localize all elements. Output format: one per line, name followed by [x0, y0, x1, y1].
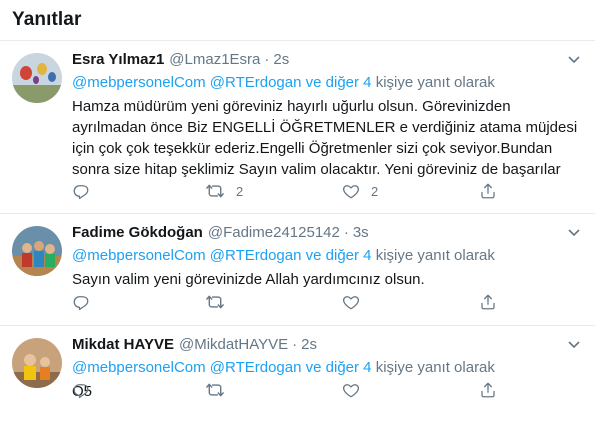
- author-handle[interactable]: @MikdatHAYVE: [179, 335, 288, 355]
- timestamp[interactable]: 2s: [301, 335, 317, 355]
- avatar-image-balloons: [12, 53, 62, 103]
- like-button[interactable]: [342, 293, 360, 311]
- timestamp[interactable]: 2s: [273, 50, 289, 70]
- replying-to: @mebpersonelCom @RTErdogan ve diğer 4 ki…: [72, 358, 583, 378]
- mention-link[interactable]: @mebpersonelCom: [72, 74, 206, 91]
- heart-icon: [342, 182, 360, 200]
- mention-link[interactable]: @mebpersonelCom: [72, 247, 206, 264]
- mention-link[interactable]: @RTErdogan: [210, 359, 302, 376]
- chevron-down-icon[interactable]: [567, 55, 581, 65]
- retweet-button[interactable]: [205, 293, 225, 311]
- replying-to: @mebpersonelCom @RTErdogan ve diğer 4 ki…: [72, 73, 583, 93]
- separator-dot: ·: [292, 336, 298, 353]
- avatar[interactable]: [12, 226, 62, 276]
- others-link[interactable]: ve diğer 4: [306, 359, 372, 376]
- replying-to: @mebpersonelCom @RTErdogan ve diğer 4 ki…: [72, 246, 583, 266]
- replies-header: Yanıtlar: [0, 0, 595, 41]
- retweet-icon: [205, 293, 225, 311]
- share-button[interactable]: [479, 381, 497, 399]
- reply-button[interactable]: [72, 182, 90, 200]
- others-link[interactable]: ve diğer 4: [306, 74, 372, 91]
- reply-button[interactable]: [72, 381, 90, 399]
- mention-link[interactable]: @RTErdogan: [210, 74, 302, 91]
- heart-icon: [342, 381, 360, 399]
- reply-icon: [72, 182, 90, 200]
- author-name[interactable]: Esra Yılmaz1: [72, 50, 164, 70]
- chevron-down-icon[interactable]: [567, 228, 581, 238]
- retweet-icon: [205, 381, 225, 399]
- tweet-actions: [0, 293, 595, 313]
- tweet-text-line: için çok çok teşekkür ederiz.Engelli Öğr…: [72, 140, 553, 157]
- tweet-text-line: ayrılmadan önce Biz ENGELLİ ÖĞRETMENLER …: [72, 119, 578, 136]
- share-button[interactable]: [479, 182, 497, 200]
- author-handle[interactable]: @Fadime24125142: [208, 223, 340, 243]
- share-button[interactable]: [479, 293, 497, 311]
- tweet-actions: 22: [0, 182, 595, 202]
- tweet-text: Sayın valim yeni görevinizde Allah yardı…: [72, 269, 583, 290]
- reply-icon: [72, 381, 90, 399]
- like-button[interactable]: 2: [342, 182, 378, 200]
- avatar[interactable]: [12, 53, 62, 103]
- tweet-text-line: Sayın valim yeni görevinizde Allah yardı…: [72, 271, 425, 288]
- page-title: Yanıtlar: [12, 9, 82, 30]
- replying-to-label: kişiye yanıt olarak: [375, 74, 495, 91]
- like-button[interactable]: [342, 381, 360, 399]
- mention-link[interactable]: @mebpersonelCom: [72, 359, 206, 376]
- retweet-count: 2: [236, 183, 244, 199]
- author-handle[interactable]: @Lmaz1Esra: [169, 50, 260, 70]
- tweet-text-line: sonra size hitap şeklimiz Sayın valim ol…: [72, 161, 561, 178]
- share-icon: [479, 381, 497, 399]
- others-link[interactable]: ve diğer 4: [306, 247, 372, 264]
- share-icon: [479, 293, 497, 311]
- author-name[interactable]: Mikdat HAYVE: [72, 335, 174, 355]
- share-icon: [479, 182, 497, 200]
- replying-to-label: kişiye yanıt olarak: [375, 359, 495, 376]
- reply-icon: [72, 293, 90, 311]
- retweet-icon: [205, 182, 225, 200]
- like-count: 2: [371, 183, 379, 199]
- mention-link[interactable]: @RTErdogan: [210, 247, 302, 264]
- separator-dot: ·: [264, 51, 270, 68]
- timestamp[interactable]: 3s: [353, 223, 369, 243]
- retweet-button[interactable]: [205, 381, 225, 399]
- replying-to-label: kişiye yanıt olarak: [375, 247, 495, 264]
- chevron-down-icon[interactable]: [567, 340, 581, 350]
- author-name[interactable]: Fadime Gökdoğan: [72, 223, 203, 243]
- heart-icon: [342, 293, 360, 311]
- tweet-text: Hamza müdürüm yeni göreviniz hayırlı uğu…: [72, 96, 583, 180]
- avatar-image-group: [12, 226, 62, 276]
- separator-dot: ·: [343, 224, 349, 241]
- retweet-button[interactable]: 2: [205, 182, 243, 200]
- tweet-actions: [0, 381, 595, 401]
- tweet-text-line: Hamza müdürüm yeni göreviniz hayırlı uğu…: [72, 98, 511, 115]
- reply-button[interactable]: [72, 293, 90, 311]
